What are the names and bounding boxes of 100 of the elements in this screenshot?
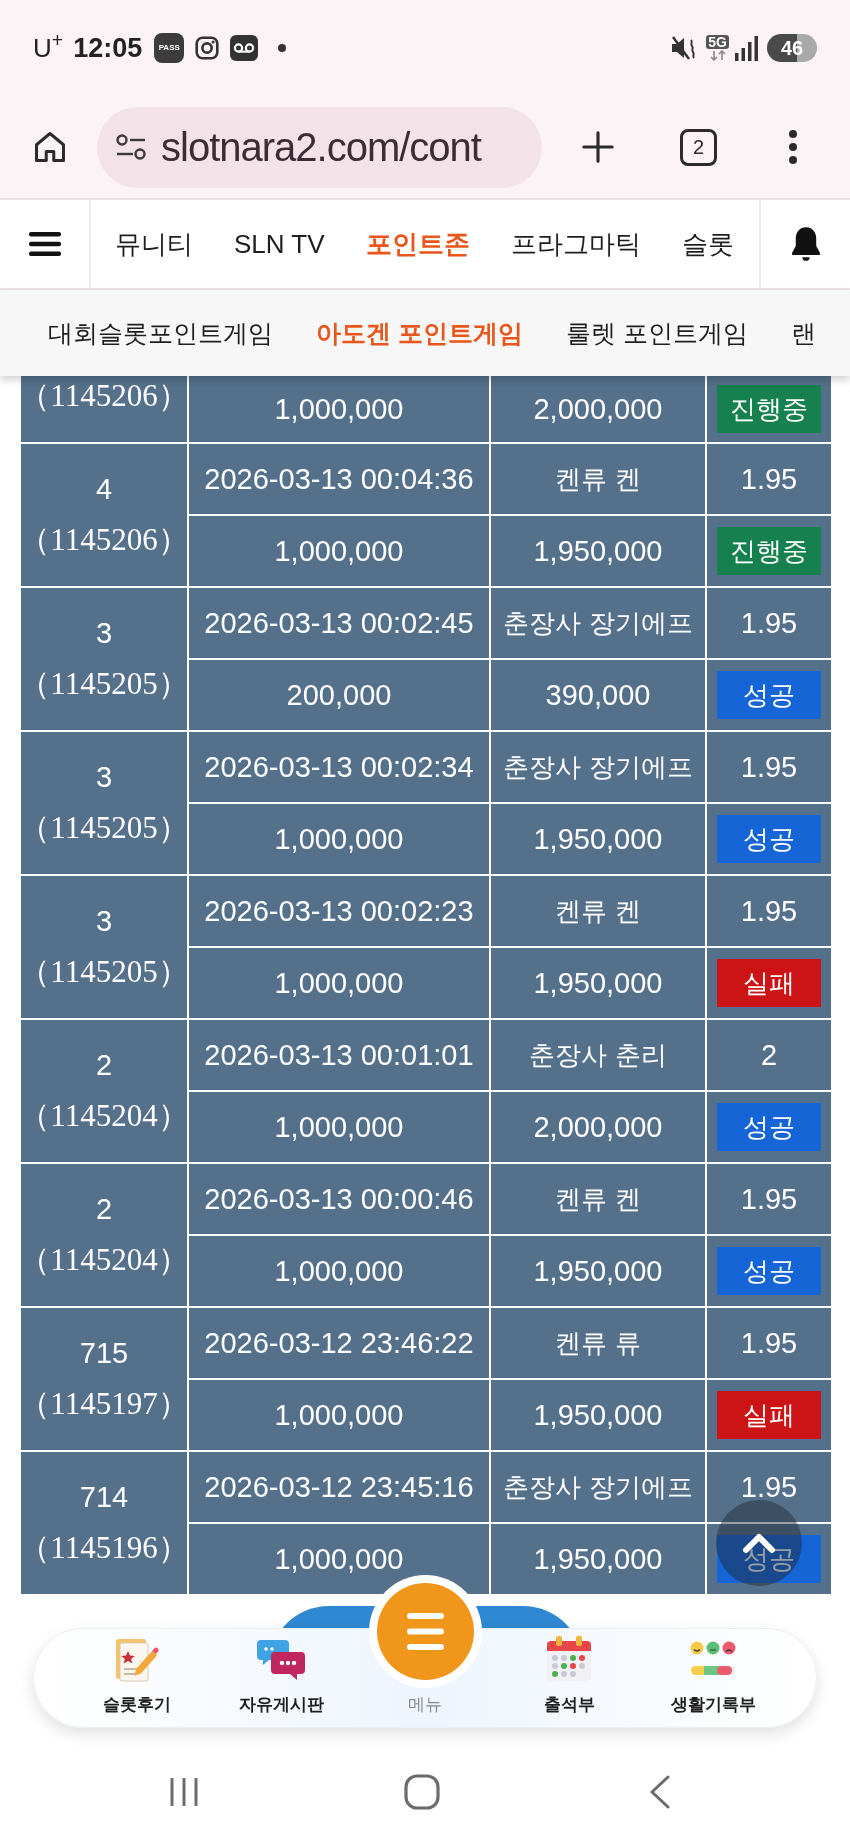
round-number: 4 xyxy=(95,475,113,504)
bottom-nav-item[interactable]: 출석부 xyxy=(497,1629,641,1727)
calendar-icon xyxy=(545,1635,593,1683)
round-number: 3 xyxy=(95,907,113,936)
nav-tab[interactable]: 포인트존 xyxy=(365,231,470,257)
round-number: 3 xyxy=(95,763,113,792)
round-number: 714 xyxy=(79,1483,129,1512)
voicemail-icon xyxy=(230,35,259,61)
carrier-label: U$^{+}$ xyxy=(33,35,64,61)
table-cell: 2026-03-13 00:04:36 xyxy=(189,444,489,514)
home-icon[interactable] xyxy=(404,1773,440,1810)
table-cell: 1,000,000 xyxy=(189,1524,489,1594)
network-type: 5G xyxy=(706,35,729,49)
plus-icon xyxy=(581,130,615,164)
table-cell: 춘장사 장기에프 xyxy=(491,588,705,658)
table-cell: 1.95 xyxy=(707,1308,831,1378)
table-cell: 1.95 xyxy=(707,444,831,514)
table-cell: 1,950,000 xyxy=(491,1236,705,1306)
home-icon xyxy=(32,129,68,165)
table-cell: 2026-03-13 00:00:46 xyxy=(189,1164,489,1234)
table-cell: 춘장사 춘리 xyxy=(491,1020,705,1090)
nav-tab[interactable]: 프라그마틱 xyxy=(510,231,641,257)
status-badge: 성공 xyxy=(717,815,821,863)
menu-icon xyxy=(368,1575,482,1688)
table-cell: 2026-03-13 00:02:34 xyxy=(189,732,489,802)
table-cell: 1,950,000 xyxy=(491,516,705,586)
game-id: （1145205） xyxy=(19,668,189,699)
table-cell: 2026-03-12 23:45:16 xyxy=(189,1452,489,1522)
table-cell: 1.95 xyxy=(707,732,831,802)
table-cell: 켄류 켄 xyxy=(491,876,705,946)
table-cell: 2,000,000 xyxy=(491,376,705,442)
game-id: （1145205） xyxy=(19,956,189,987)
battery-indicator: 46 xyxy=(767,34,817,62)
round-number: 3 xyxy=(95,619,113,648)
table-cell: 390,000 xyxy=(491,660,705,730)
table-cell: 켄류 켄 xyxy=(491,1164,705,1234)
status-badge: 실패 xyxy=(717,1391,821,1439)
table-cell: 1,000,000 xyxy=(189,1092,489,1162)
table-cell: 1,000,000 xyxy=(189,804,489,874)
address-bar[interactable]: slotnara2.com/cont xyxy=(97,106,542,188)
round-number: 2 xyxy=(95,1051,113,1080)
table-cell: 1.95 xyxy=(707,1164,831,1234)
nav-tab[interactable]: SLN TV xyxy=(234,231,325,257)
game-id: （1145206） xyxy=(19,524,189,555)
table-cell: 200,000 xyxy=(189,660,489,730)
table-cell: 2026-03-13 00:02:23 xyxy=(189,876,489,946)
table-cell: 1,000,000 xyxy=(189,516,489,586)
game-id: （1145197） xyxy=(19,1388,189,1419)
back-icon[interactable] xyxy=(649,1774,671,1809)
game-id: （1145206） xyxy=(19,380,189,411)
sub-nav-tab[interactable]: 룰렛 포인트게임 xyxy=(565,320,748,346)
table-cell: 1,000,000 xyxy=(189,1236,489,1306)
table-cell: 2 xyxy=(707,1020,831,1090)
tab-count-button[interactable]: 2 xyxy=(680,128,717,166)
table-cell: 켄류 류 xyxy=(491,1308,705,1378)
game-id: （1145204） xyxy=(19,1100,189,1131)
more-button[interactable] xyxy=(787,129,799,165)
status-badge: 진행중 xyxy=(717,527,821,575)
table-cell: 1.95 xyxy=(707,1452,831,1522)
table-cell: 2026-03-12 23:46:22 xyxy=(189,1308,489,1378)
pass-badge: PASS xyxy=(154,33,185,63)
table-cell: 2026-03-13 00:01:01 xyxy=(189,1020,489,1090)
status-badge: 성공 xyxy=(717,1535,821,1583)
menu-icon xyxy=(28,231,61,257)
table-cell: 1,950,000 xyxy=(491,1524,705,1594)
game-id: （1145205） xyxy=(19,812,189,843)
round-number: 715 xyxy=(79,1339,129,1368)
game-id: （1145196） xyxy=(19,1532,189,1563)
table-cell: 춘장사 장기에프 xyxy=(491,732,705,802)
table-cell: 1,950,000 xyxy=(491,804,705,874)
table-cell: 1.95 xyxy=(707,588,831,658)
table-cell: 1.95 xyxy=(707,876,831,946)
table-cell: 1,950,000 xyxy=(491,1380,705,1450)
status-badge: 실패 xyxy=(717,959,821,1007)
status-badge: 성공 xyxy=(717,1247,821,1295)
game-id: （1145204） xyxy=(19,1244,189,1275)
recent-apps-icon[interactable] xyxy=(169,1775,199,1808)
table-cell: 1,950,000 xyxy=(491,948,705,1018)
table-cell: 2,000,000 xyxy=(491,1092,705,1162)
signal-icon xyxy=(735,35,759,61)
table-cell: 2026-03-13 00:02:45 xyxy=(189,588,489,658)
nav-tab[interactable]: 슬롯 xyxy=(681,231,734,257)
nav-tab[interactable]: 뮤니티 xyxy=(115,231,193,257)
table-cell: 켄류 켄 xyxy=(491,444,705,514)
table-cell: 1,000,000 xyxy=(189,376,489,442)
bottom-nav-item[interactable]: 생활기록부 xyxy=(641,1629,785,1727)
table-cell: 춘장사 장기에프 xyxy=(491,1452,705,1522)
sub-nav-tab[interactable]: 랜 xyxy=(790,320,816,346)
sub-nav-tab[interactable]: 대회슬롯포인트게임 xyxy=(48,320,273,346)
status-badge: 성공 xyxy=(717,1103,821,1151)
bottom-nav-item[interactable]: 자유게시판 xyxy=(209,1629,353,1727)
data-arrows-icon xyxy=(707,50,728,61)
bottom-nav-item[interactable]: 슬롯후기 xyxy=(65,1629,209,1727)
clock-time: 12:05 xyxy=(73,34,143,62)
more-icon xyxy=(788,129,798,165)
notification-dot-icon xyxy=(278,44,287,52)
status-badge: 성공 xyxy=(717,671,821,719)
site-settings-icon xyxy=(115,133,147,161)
status-badge: 진행중 xyxy=(717,385,821,433)
camera-icon xyxy=(194,35,221,61)
